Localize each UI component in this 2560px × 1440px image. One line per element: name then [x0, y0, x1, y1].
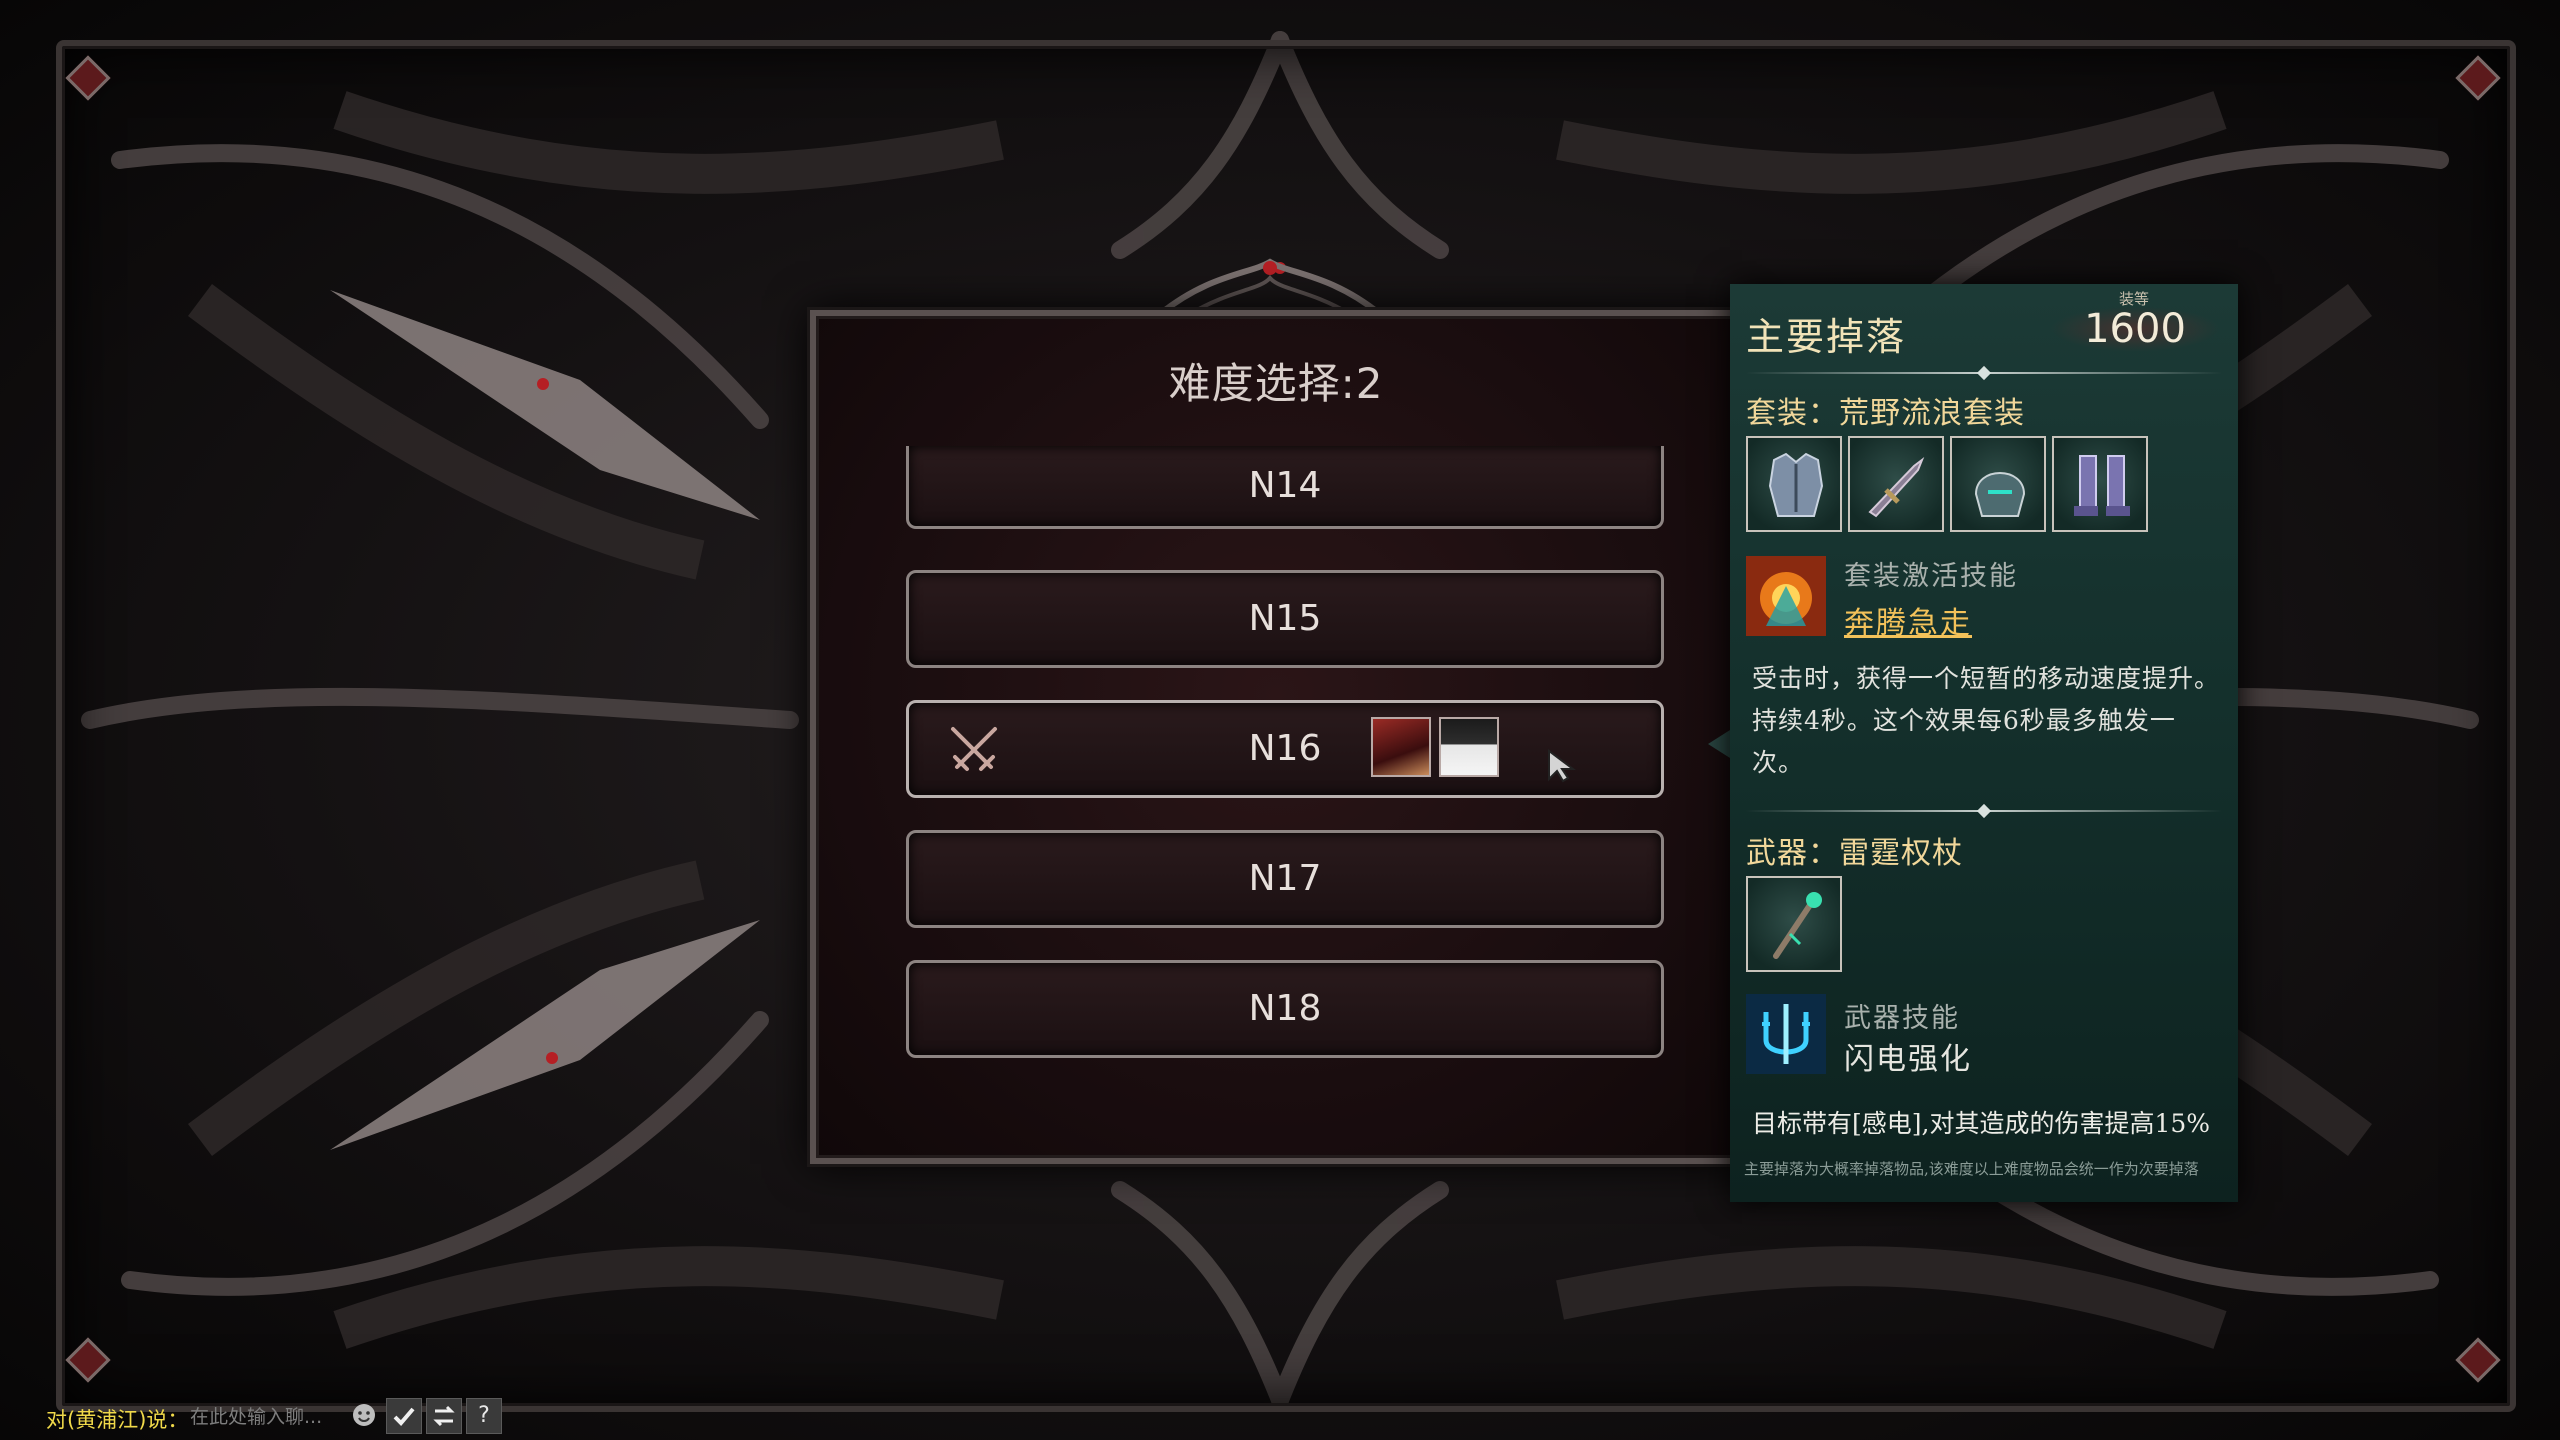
difficulty-item-n16[interactable]: N16: [906, 700, 1664, 798]
helmet-icon[interactable]: [1950, 436, 2046, 532]
drop-title: 主要掉落: [1746, 315, 1907, 359]
difficulty-list[interactable]: N14 N15 N16 N17 N18: [906, 446, 1664, 1106]
greaves-icon[interactable]: [2052, 436, 2148, 532]
weapon-skill-caption: 武器技能: [1844, 1003, 1960, 1034]
difficulty-label: N18: [1248, 988, 1322, 1029]
game-screen: 难度选择:2 N14 N15 N16 N17 N18 主要掉落 装等 1600 …: [0, 0, 2560, 1440]
scepter-icon[interactable]: [1746, 876, 1842, 972]
tooltip-pointer: [1708, 730, 1730, 758]
item-level-value: 1600: [2050, 306, 2220, 352]
difficulty-label: N14: [1248, 465, 1322, 506]
set-skill-description: 受击时，获得一个短暂的移动速度提升。持续4秒。这个效果每6秒最多触发一次。: [1752, 664, 2221, 777]
weapon-skill-description: 目标带有[感电],对其造成的伤害提高15%: [1752, 1109, 2211, 1138]
dagger-icon[interactable]: [1848, 436, 1944, 532]
emoji-icon[interactable]: [346, 1398, 382, 1434]
mouse-cursor-icon: [1548, 749, 1576, 783]
set-skill-caption: 套装激活技能: [1844, 561, 2018, 592]
chest-armor-icon[interactable]: [1746, 436, 1842, 532]
weapon-skill-icon[interactable]: [1746, 994, 1826, 1074]
weapon-title: 武器：雷霆权杖: [1746, 836, 1963, 871]
divider-gem: [1976, 365, 1992, 381]
difficulty-label: N15: [1248, 598, 1322, 639]
player-avatar[interactable]: [1439, 717, 1499, 777]
set-skill-icon[interactable]: [1746, 556, 1826, 636]
difficulty-title: 难度选择:2: [1168, 359, 1384, 408]
difficulty-panel: 难度选择:2 N14 N15 N16 N17 N18: [810, 310, 1742, 1164]
difficulty-item-n18[interactable]: N18: [906, 960, 1664, 1058]
player-avatar[interactable]: [1371, 717, 1431, 777]
chat-bar: 对(黄浦江)说： ?: [40, 1394, 520, 1438]
send-check-icon[interactable]: [386, 1398, 422, 1434]
difficulty-label: N17: [1248, 858, 1322, 899]
switch-channel-icon[interactable]: [426, 1398, 462, 1434]
difficulty-item-n17[interactable]: N17: [906, 830, 1664, 928]
weapon-skill-name: 闪电强化: [1844, 1042, 1972, 1077]
drop-info-panel: 主要掉落 装等 1600 套装：荒野流浪套装 套装激活技能 奔腾急走 受击时，获…: [1730, 284, 2238, 1202]
chat-target-label: 对(黄浦江)说：: [46, 1408, 189, 1432]
help-button[interactable]: ?: [466, 1398, 502, 1434]
difficulty-item-n14[interactable]: N14: [906, 446, 1664, 529]
set-title: 套装：荒野流浪套装: [1746, 396, 2025, 431]
drop-footnote: 主要掉落为大概率掉落物品,该难度以上难度物品会统一作为次要掉落: [1744, 1160, 2199, 1178]
divider-gem: [1976, 803, 1992, 819]
difficulty-item-n15[interactable]: N15: [906, 570, 1664, 668]
set-skill-name-link[interactable]: 奔腾急走: [1844, 598, 1972, 642]
